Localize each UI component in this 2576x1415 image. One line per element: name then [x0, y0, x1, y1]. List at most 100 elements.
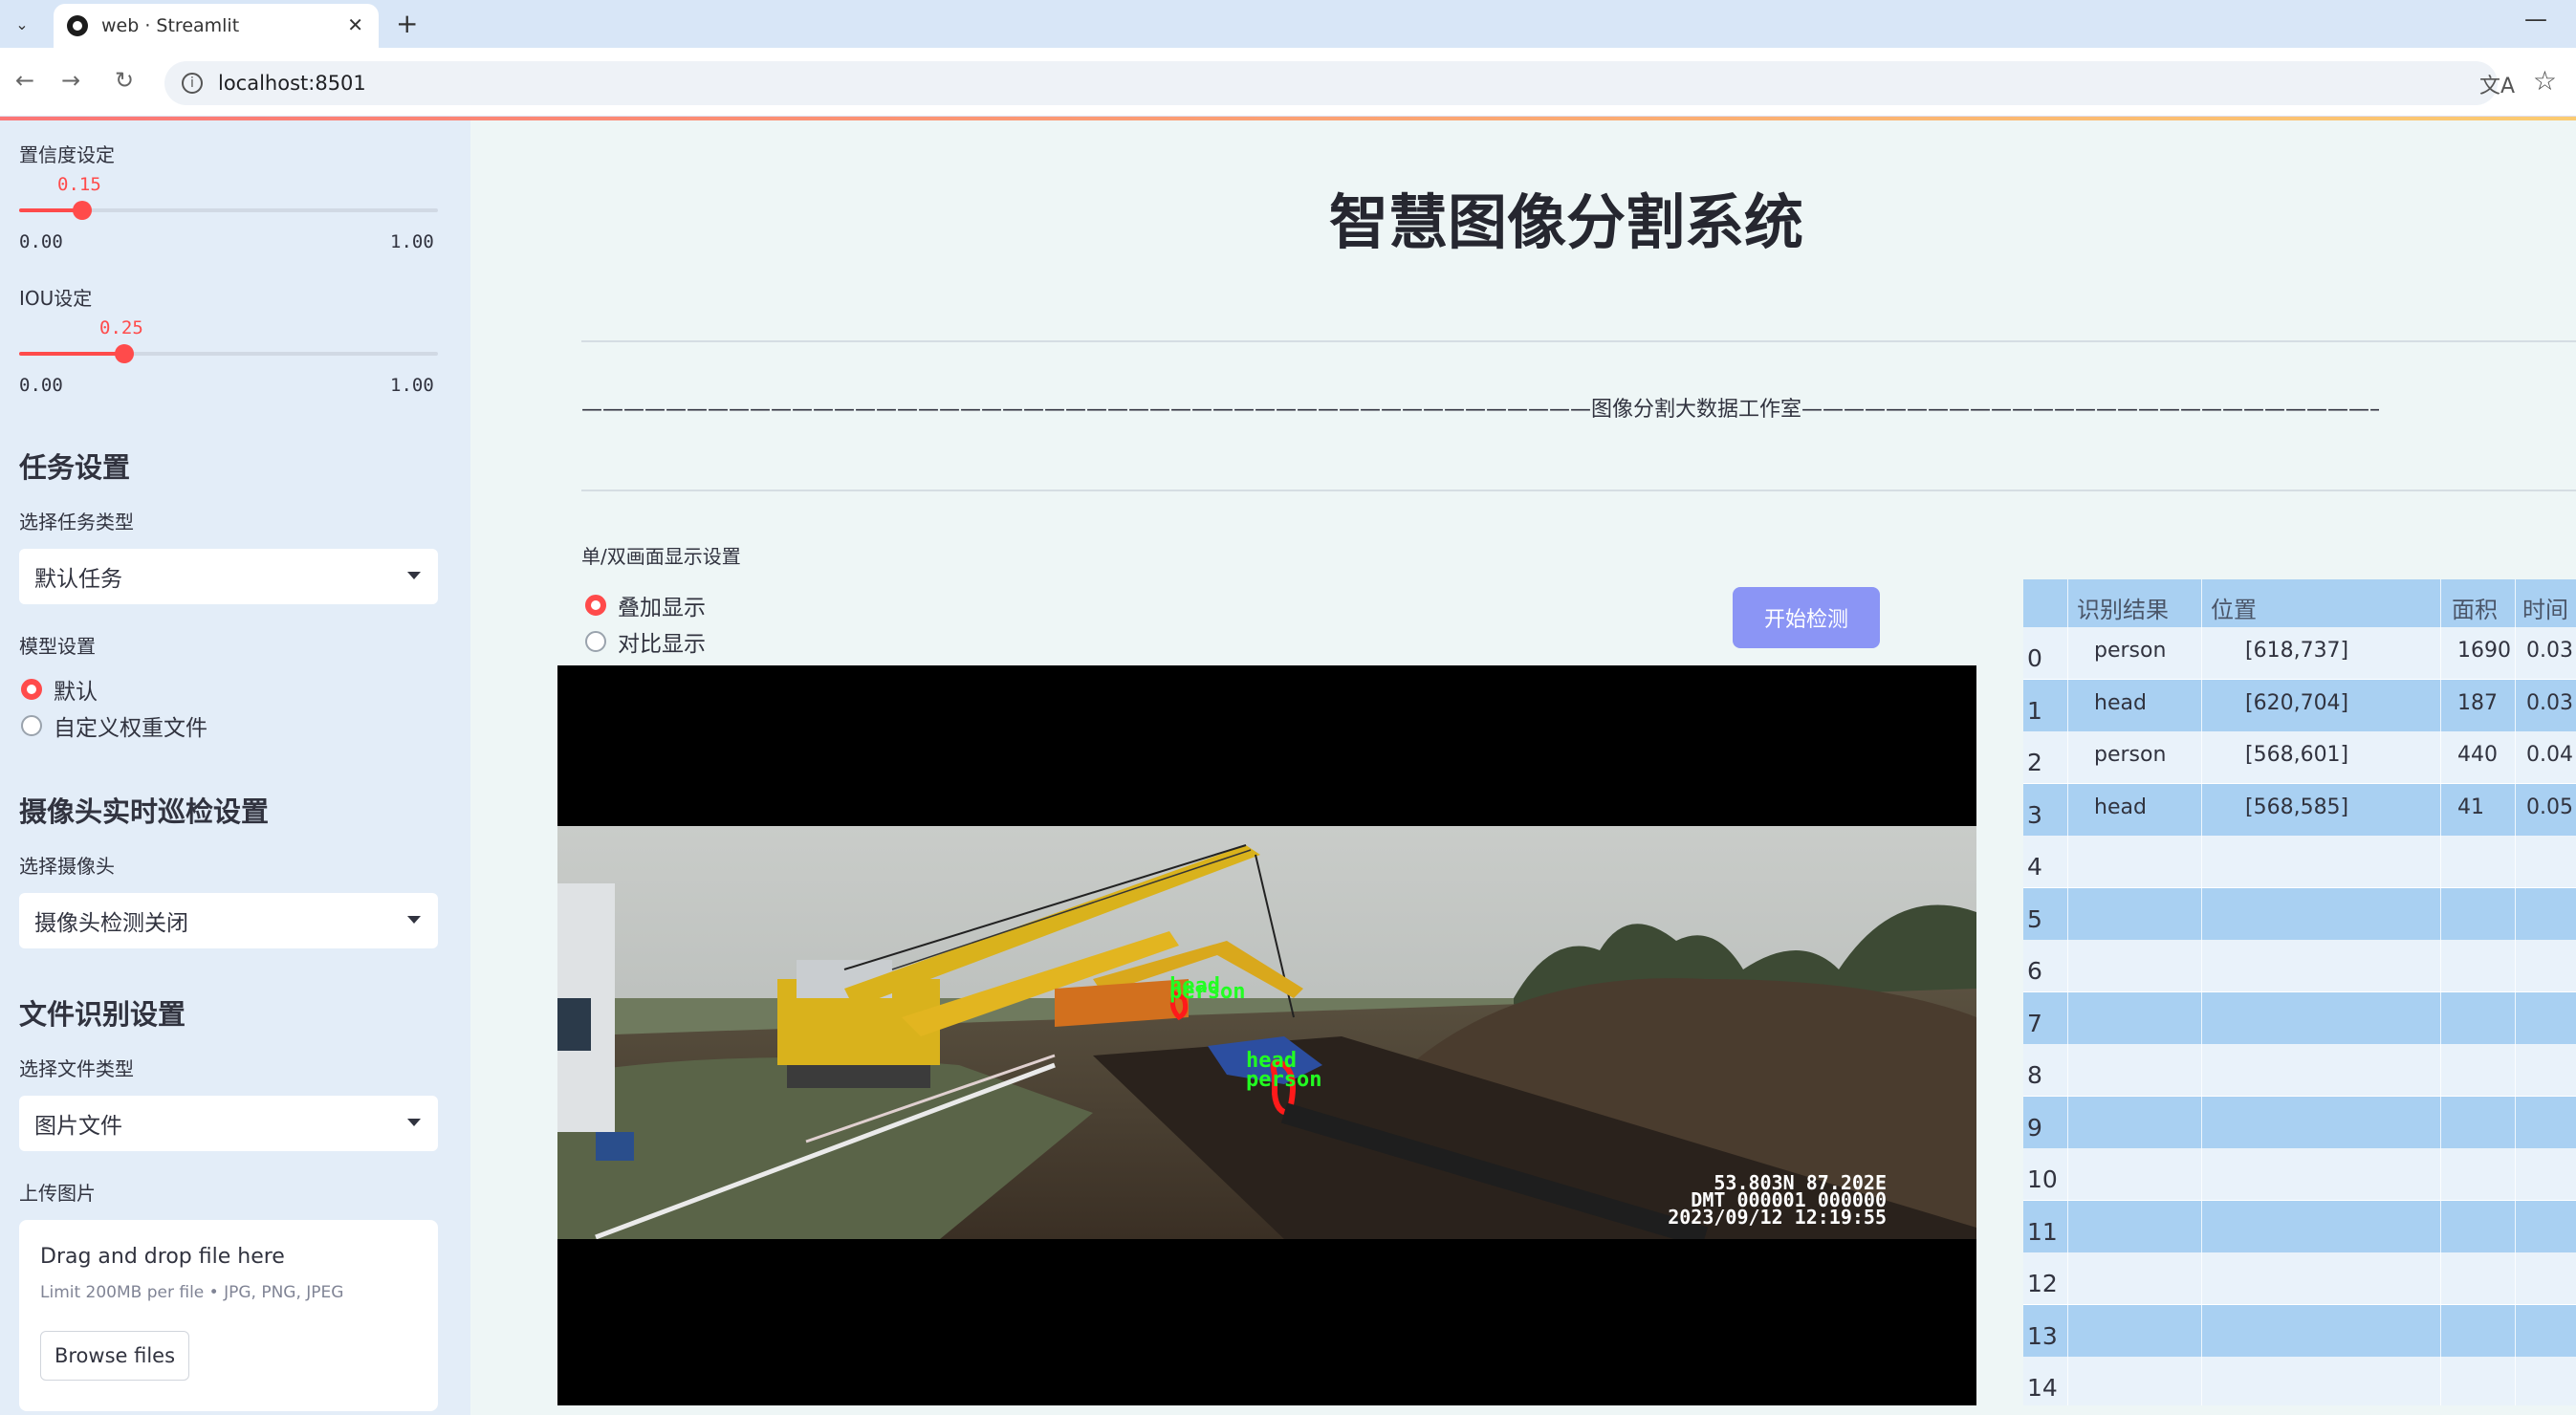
iou-value: 0.25 [99, 317, 143, 338]
model-settings-label: 模型设置 [19, 635, 96, 658]
file-settings-heading: 文件识别设置 [19, 998, 186, 1031]
model-option-custom[interactable]: 自定义权重文件 [21, 709, 207, 742]
file-type-label: 选择文件类型 [19, 1057, 134, 1080]
confidence-slider[interactable] [19, 201, 438, 220]
table-row[interactable]: 12 [2023, 1252, 2576, 1304]
table-row[interactable]: 2 person [568,601] 440 0.04 [2023, 731, 2576, 783]
row-index: 12 [2027, 1270, 2058, 1297]
detection-label-2: head person [1246, 1051, 1322, 1092]
camera-settings-heading: 摄像头实时巡检设置 [19, 795, 270, 828]
row-index: 10 [2027, 1165, 2058, 1193]
row-index: 6 [2027, 957, 2042, 985]
radio-unselected-icon[interactable] [585, 631, 606, 652]
column-header-result[interactable]: 识别结果 [2077, 591, 2169, 624]
file-dropzone[interactable]: Drag and drop file here Limit 200MB per … [19, 1220, 438, 1411]
model-option-default[interactable]: 默认 [21, 673, 98, 706]
camera-select[interactable]: 摄像头检测关闭 [19, 893, 438, 948]
display-mode-overlay-label: 叠加显示 [618, 596, 706, 620]
cell-position: [618,737] [2245, 639, 2349, 663]
task-type-label: 选择任务类型 [19, 511, 134, 533]
page-title: 智慧图像分割系统 [1329, 187, 1804, 257]
table-row[interactable]: 11 [2023, 1200, 2576, 1252]
task-type-value: 默认任务 [34, 567, 122, 592]
cell-result: person [2094, 639, 2167, 663]
iou-slider[interactable] [19, 344, 438, 363]
browser-tab[interactable]: web · Streamlit ✕ [54, 4, 379, 48]
row-index: 7 [2027, 1009, 2042, 1037]
table-row[interactable]: 10 [2023, 1148, 2576, 1200]
table-row[interactable]: 5 [2023, 887, 2576, 940]
confidence-label: 置信度设定 [19, 143, 115, 166]
dropzone-title: Drag and drop file here [40, 1245, 285, 1269]
confidence-slider-thumb[interactable] [72, 201, 92, 220]
table-row[interactable]: 13 [2023, 1304, 2576, 1357]
tab-search-chevron-icon[interactable]: ⌄ [8, 10, 36, 38]
new-tab-plus-icon[interactable]: + [396, 8, 418, 39]
reload-icon[interactable]: ↻ [115, 67, 134, 94]
radio-selected-icon[interactable] [585, 595, 606, 616]
table-row[interactable]: 9 [2023, 1096, 2576, 1148]
address-bar[interactable]: i localhost:8501 [164, 61, 2498, 105]
detection-image-viewer: head person head person 53.803N 87.202E … [557, 665, 1976, 1405]
cell-area: 440 [2457, 743, 2498, 767]
cell-area: 187 [2457, 690, 2498, 715]
cell-time: 0.03 [2526, 690, 2573, 715]
stamp-datetime: 2023/09/12 12:19:55 [1668, 1206, 1887, 1229]
table-row[interactable]: 7 [2023, 991, 2576, 1044]
table-row[interactable]: 4 [2023, 836, 2576, 887]
column-header-position[interactable]: 位置 [2211, 591, 2257, 624]
detection-label-1: head person [1169, 976, 1246, 1015]
row-index: 2 [2027, 749, 2042, 776]
file-type-select[interactable]: 图片文件 [19, 1096, 438, 1151]
column-header-area[interactable]: 面积 [2452, 591, 2498, 624]
dropzone-limit: Limit 200MB per file • JPG, PNG, JPEG [40, 1283, 344, 1302]
iou-slider-fill [19, 352, 124, 356]
table-row[interactable]: 1 head [620,704] 187 0.03 [2023, 679, 2576, 731]
radio-unselected-icon[interactable] [21, 715, 42, 736]
column-divider [2201, 579, 2202, 1405]
browse-files-button[interactable]: Browse files [40, 1331, 189, 1381]
radio-selected-icon[interactable] [21, 679, 42, 700]
cell-time: 0.05 [2526, 795, 2573, 819]
results-table[interactable]: 识别结果 位置 面积 时间 0 person [618,737] 1690 0.03 1 h… [2023, 579, 2576, 1405]
row-index: 8 [2027, 1061, 2042, 1089]
chevron-down-icon [407, 916, 421, 924]
task-type-select[interactable]: 默认任务 [19, 549, 438, 604]
cell-position: [620,704] [2245, 690, 2349, 715]
start-detection-button[interactable]: 开始检测 [1733, 587, 1880, 648]
table-row[interactable]: 0 person [618,737] 1690 0.03 [2023, 627, 2576, 679]
cell-time: 0.04 [2526, 743, 2573, 767]
window-minimize-icon[interactable]: — [2524, 6, 2547, 33]
table-row[interactable]: 3 head [568,585] 41 0.05 [2023, 783, 2576, 836]
table-row[interactable]: 8 [2023, 1044, 2576, 1096]
row-index: 14 [2027, 1374, 2058, 1402]
iou-min: 0.00 [19, 375, 63, 396]
display-mode-compare[interactable]: 对比显示 [585, 625, 706, 658]
tab-close-icon[interactable]: ✕ [347, 13, 363, 36]
model-option-custom-label: 自定义权重文件 [54, 716, 207, 741]
iou-slider-thumb[interactable] [114, 344, 134, 363]
site-info-icon[interactable]: i [182, 73, 203, 94]
upload-label: 上传图片 [19, 1182, 96, 1205]
row-index: 3 [2027, 800, 2042, 829]
gps-timestamp-overlay: 53.803N 87.202E DMT 000001 000000 2023/0… [1571, 1173, 1887, 1229]
column-header-time[interactable]: 时间 [2522, 591, 2568, 624]
iou-max: 1.00 [390, 375, 434, 396]
sidebar: 置信度设定 0.15 0.00 1.00 IOU设定 0.25 0.00 1.0… [0, 120, 470, 1415]
table-row[interactable]: 14 [2023, 1357, 2576, 1405]
camera-label: 选择摄像头 [19, 855, 115, 878]
detection-label-person: person [1169, 980, 1246, 1004]
divider [581, 490, 2576, 491]
back-arrow-icon[interactable]: ← [15, 67, 34, 94]
display-mode-overlay[interactable]: 叠加显示 [585, 589, 706, 621]
model-option-default-label: 默认 [54, 680, 98, 705]
forward-arrow-icon[interactable]: → [61, 67, 80, 94]
confidence-value: 0.15 [57, 174, 101, 195]
url-text: localhost:8501 [218, 72, 366, 95]
detection-label-person: person [1246, 1068, 1322, 1092]
display-mode-label: 单/双画面显示设置 [581, 545, 741, 568]
translate-icon[interactable]: 文A [2479, 69, 2515, 99]
table-row[interactable]: 6 [2023, 940, 2576, 991]
bookmark-star-icon[interactable]: ☆ [2533, 65, 2557, 97]
row-index: 11 [2027, 1217, 2058, 1246]
